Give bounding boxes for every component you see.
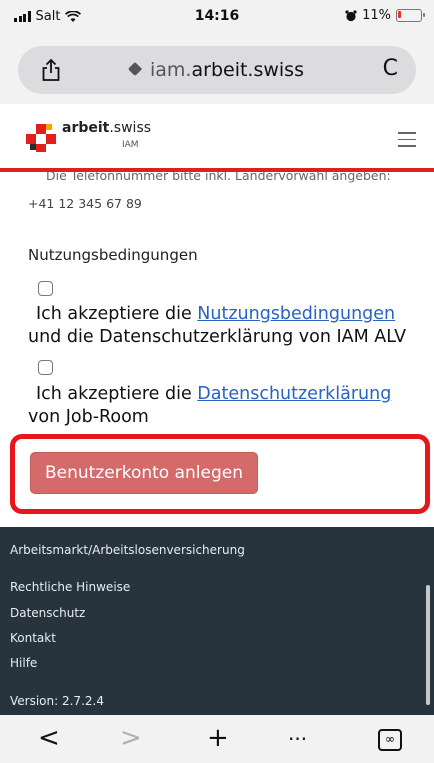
- more-icon[interactable]: ···: [288, 727, 307, 751]
- terms-heading: Nutzungsbedingungen: [28, 246, 198, 264]
- browser-address-area: iam.arbeit.swiss C: [0, 34, 434, 104]
- accept-terms-prefix: Ich akzeptiere die: [36, 304, 198, 324]
- alarm-icon: [345, 9, 357, 21]
- footer-title: Arbeitsmarkt/Arbeitslosenversicherung: [10, 543, 245, 557]
- accept-terms-checkbox[interactable]: [38, 281, 53, 296]
- address-bar[interactable]: iam.arbeit.swiss C: [18, 46, 416, 94]
- accept-terms-label: Ich akzeptiere die Nutzungsbedingungen u…: [28, 303, 428, 349]
- footer-link-contact[interactable]: Kontakt: [10, 631, 56, 645]
- version-text: Version: 2.7.2.4: [10, 694, 104, 708]
- forward-icon[interactable]: >: [120, 723, 142, 753]
- site-logo-text: arbeit.swiss: [62, 120, 151, 136]
- logo-name-rest: .swiss: [109, 120, 152, 136]
- reload-icon[interactable]: C: [383, 56, 398, 81]
- logo-name-bold: arbeit: [62, 120, 110, 136]
- site-header: arbeit.swiss IAM: [0, 104, 434, 168]
- footer-link-help[interactable]: Hilfe: [10, 656, 37, 670]
- url-domain: arbeit.swiss: [191, 59, 304, 81]
- status-bar: Salt 14:16 11%: [0, 0, 434, 34]
- scrollbar[interactable]: [426, 585, 430, 705]
- phone-hint: Die Telefonnummer bitte inkl. Ländervorw…: [46, 172, 391, 183]
- url-text[interactable]: iam.arbeit.swiss: [18, 59, 416, 81]
- terms-link[interactable]: Nutzungsbedingungen: [197, 304, 395, 324]
- accept-privacy-checkbox[interactable]: [38, 360, 53, 375]
- logo-subtitle: IAM: [122, 140, 139, 150]
- phone-example: +41 12 345 67 89: [28, 196, 142, 211]
- battery-icon: [396, 9, 425, 22]
- status-right: 11%: [345, 8, 425, 23]
- accept-terms-suffix: und die Datenschutzerklärung von IAM ALV: [28, 327, 407, 347]
- menu-icon[interactable]: [398, 132, 416, 152]
- arbeit-swiss-logo-icon[interactable]: [26, 120, 58, 152]
- privacy-link[interactable]: Datenschutzerklärung: [197, 384, 391, 404]
- site-security-icon: [127, 61, 143, 77]
- accept-privacy-label: Ich akzeptiere die Datenschutzerklärung …: [28, 383, 428, 429]
- battery-percent: 11%: [362, 8, 391, 23]
- footer-link-privacy[interactable]: Datenschutz: [10, 606, 85, 620]
- accept-privacy-suffix: von Job-Room: [28, 407, 149, 427]
- url-prefix: iam.: [150, 59, 192, 81]
- tabs-icon[interactable]: ∞: [378, 729, 402, 751]
- footer-link-legal[interactable]: Rechtliche Hinweise: [10, 580, 130, 594]
- new-tab-icon[interactable]: +: [207, 723, 229, 753]
- browser-toolbar: < > + ··· ∞: [0, 715, 434, 763]
- site-footer: Arbeitsmarkt/Arbeitslosenversicherung Re…: [0, 527, 434, 715]
- create-account-button[interactable]: Benutzerkonto anlegen: [30, 452, 258, 494]
- back-icon[interactable]: <: [38, 723, 60, 753]
- accept-privacy-prefix: Ich akzeptiere die: [36, 384, 198, 404]
